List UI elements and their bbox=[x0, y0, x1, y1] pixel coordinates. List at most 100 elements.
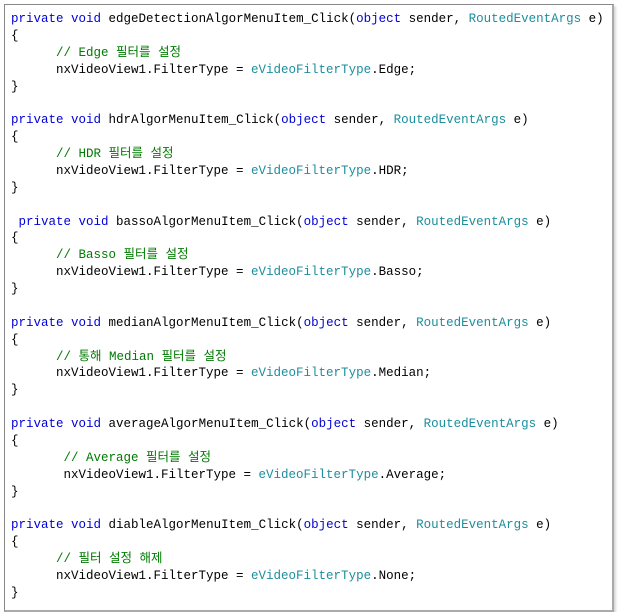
blank-line bbox=[11, 95, 606, 112]
type-enum: eVideoFilterType bbox=[259, 468, 379, 482]
method-name: diableAlgorMenuItem_Click( bbox=[101, 518, 304, 532]
open-brace: { bbox=[11, 534, 606, 551]
param-sender: sender, bbox=[349, 316, 417, 330]
close-brace: } bbox=[11, 585, 606, 602]
type-enum: eVideoFilterType bbox=[251, 63, 371, 77]
type-enum: eVideoFilterType bbox=[251, 265, 371, 279]
param-sender: sender, bbox=[349, 518, 417, 532]
method-name: hdrAlgorMenuItem_Click( bbox=[101, 113, 281, 127]
keyword-private: private bbox=[11, 12, 64, 26]
param-e: e) bbox=[536, 417, 559, 431]
method-name: edgeDetectionAlgorMenuItem_Click( bbox=[101, 12, 356, 26]
method-signature: private void bassoAlgorMenuItem_Click(ob… bbox=[11, 214, 606, 231]
keyword-object: object bbox=[356, 12, 401, 26]
keyword-private: private bbox=[11, 215, 71, 229]
method-name: averageAlgorMenuItem_Click( bbox=[101, 417, 311, 431]
keyword-void: void bbox=[79, 215, 109, 229]
open-brace: { bbox=[11, 28, 606, 45]
body-prefix: nxVideoView1.FilterType = bbox=[11, 569, 251, 583]
body-suffix: .Median; bbox=[371, 366, 431, 380]
blank-line bbox=[11, 399, 606, 416]
close-brace: } bbox=[11, 180, 606, 197]
open-brace: { bbox=[11, 332, 606, 349]
param-e: e) bbox=[529, 316, 552, 330]
comment-line: // Edge 필터를 설정 bbox=[11, 45, 606, 62]
method-name: medianAlgorMenuItem_Click( bbox=[101, 316, 304, 330]
type-routedeventargs: RoutedEventArgs bbox=[416, 215, 529, 229]
keyword-object: object bbox=[281, 113, 326, 127]
close-brace: } bbox=[11, 382, 606, 399]
keyword-private: private bbox=[11, 113, 64, 127]
type-routedeventargs: RoutedEventArgs bbox=[416, 316, 529, 330]
type-routedeventargs: RoutedEventArgs bbox=[424, 417, 537, 431]
body-prefix: nxVideoView1.FilterType = bbox=[11, 468, 259, 482]
blank-line bbox=[11, 197, 606, 214]
keyword-object: object bbox=[304, 316, 349, 330]
param-e: e) bbox=[581, 12, 604, 26]
type-enum: eVideoFilterType bbox=[251, 164, 371, 178]
method-signature: private void averageAlgorMenuItem_Click(… bbox=[11, 416, 606, 433]
param-sender: sender, bbox=[356, 417, 424, 431]
keyword-void: void bbox=[71, 316, 101, 330]
keyword-void: void bbox=[71, 113, 101, 127]
code-comment: // Basso 필터를 설정 bbox=[11, 248, 189, 262]
body-line: nxVideoView1.FilterType = eVideoFilterTy… bbox=[11, 62, 606, 79]
blank-line bbox=[11, 298, 606, 315]
body-line: nxVideoView1.FilterType = eVideoFilterTy… bbox=[11, 467, 606, 484]
body-line: nxVideoView1.FilterType = eVideoFilterTy… bbox=[11, 365, 606, 382]
keyword-private: private bbox=[11, 518, 64, 532]
keyword-private: private bbox=[11, 316, 64, 330]
comment-line: // 필터 설정 해제 bbox=[11, 551, 606, 568]
body-prefix: nxVideoView1.FilterType = bbox=[11, 164, 251, 178]
keyword-object: object bbox=[304, 518, 349, 532]
type-routedeventargs: RoutedEventArgs bbox=[394, 113, 507, 127]
close-brace: } bbox=[11, 79, 606, 96]
method-signature: private void hdrAlgorMenuItem_Click(obje… bbox=[11, 112, 606, 129]
close-brace: } bbox=[11, 484, 606, 501]
param-e: e) bbox=[529, 518, 552, 532]
keyword-void: void bbox=[71, 417, 101, 431]
code-comment: // Average 필터를 설정 bbox=[11, 451, 211, 465]
method-signature: private void edgeDetectionAlgorMenuItem_… bbox=[11, 11, 606, 28]
type-enum: eVideoFilterType bbox=[251, 366, 371, 380]
param-e: e) bbox=[529, 215, 552, 229]
type-routedeventargs: RoutedEventArgs bbox=[469, 12, 582, 26]
comment-line: // Average 필터를 설정 bbox=[11, 450, 606, 467]
param-sender: sender, bbox=[401, 12, 469, 26]
body-prefix: nxVideoView1.FilterType = bbox=[11, 63, 251, 77]
keyword-object: object bbox=[304, 215, 349, 229]
param-e: e) bbox=[506, 113, 529, 127]
param-sender: sender, bbox=[349, 215, 417, 229]
open-brace: { bbox=[11, 129, 606, 146]
body-suffix: .HDR; bbox=[371, 164, 409, 178]
type-enum: eVideoFilterType bbox=[251, 569, 371, 583]
method-name: bassoAlgorMenuItem_Click( bbox=[109, 215, 304, 229]
body-suffix: .None; bbox=[371, 569, 416, 583]
code-comment: // 통해 Median 필터를 설정 bbox=[11, 350, 227, 364]
body-line: nxVideoView1.FilterType = eVideoFilterTy… bbox=[11, 163, 606, 180]
body-line: nxVideoView1.FilterType = eVideoFilterTy… bbox=[11, 568, 606, 585]
body-suffix: .Average; bbox=[379, 468, 447, 482]
code-comment: // HDR 필터를 설정 bbox=[11, 147, 174, 161]
code-snippet-card: private void edgeDetectionAlgorMenuItem_… bbox=[4, 4, 614, 612]
comment-line: // HDR 필터를 설정 bbox=[11, 146, 606, 163]
body-suffix: .Edge; bbox=[371, 63, 416, 77]
body-line: nxVideoView1.FilterType = eVideoFilterTy… bbox=[11, 264, 606, 281]
method-signature: private void medianAlgorMenuItem_Click(o… bbox=[11, 315, 606, 332]
open-brace: { bbox=[11, 230, 606, 247]
keyword-object: object bbox=[311, 417, 356, 431]
type-routedeventargs: RoutedEventArgs bbox=[416, 518, 529, 532]
keyword-private: private bbox=[11, 417, 64, 431]
close-brace: } bbox=[11, 281, 606, 298]
code-comment: // 필터 설정 해제 bbox=[11, 552, 163, 566]
comment-line: // 통해 Median 필터를 설정 bbox=[11, 349, 606, 366]
blank-line bbox=[11, 500, 606, 517]
keyword-void: void bbox=[71, 518, 101, 532]
code-comment: // Edge 필터를 설정 bbox=[11, 46, 181, 60]
method-signature: private void diableAlgorMenuItem_Click(o… bbox=[11, 517, 606, 534]
body-prefix: nxVideoView1.FilterType = bbox=[11, 265, 251, 279]
body-prefix: nxVideoView1.FilterType = bbox=[11, 366, 251, 380]
keyword-void: void bbox=[71, 12, 101, 26]
open-brace: { bbox=[11, 433, 606, 450]
comment-line: // Basso 필터를 설정 bbox=[11, 247, 606, 264]
